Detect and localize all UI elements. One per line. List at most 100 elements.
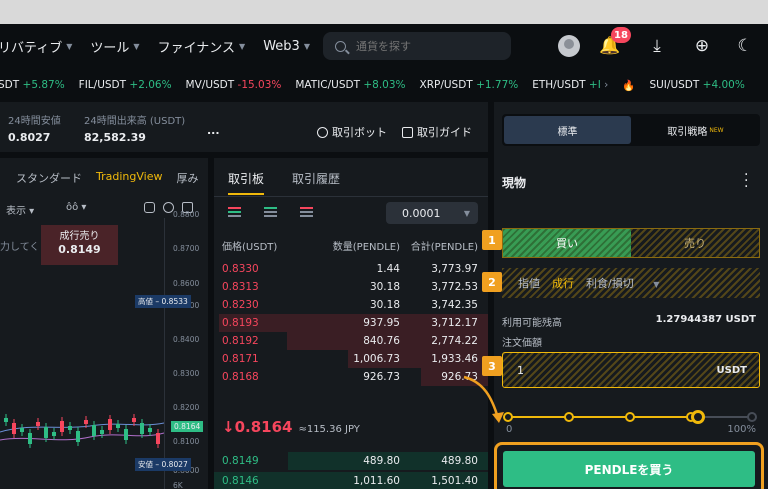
- layout-bids-icon[interactable]: [264, 207, 277, 218]
- slider-step[interactable]: [625, 412, 635, 422]
- download-icon[interactable]: ⤓: [646, 35, 668, 57]
- precision-select[interactable]: 0.0001 ▼: [386, 202, 478, 224]
- tab-depth[interactable]: 厚み: [176, 170, 198, 186]
- amount-slider[interactable]: [503, 410, 757, 424]
- ticker-item[interactable]: FIL/USDT +2.06%: [79, 79, 172, 91]
- slider-step[interactable]: [564, 412, 574, 422]
- globe-icon[interactable]: ⊕: [691, 35, 713, 57]
- bid-total: 1,501.40: [431, 475, 478, 487]
- display-dropdown[interactable]: 表示 ▾: [6, 206, 34, 217]
- stat-more[interactable]: ...: [207, 124, 220, 137]
- mode-switch: 標準 取引戦略 NEW: [502, 114, 760, 146]
- nav-tools[interactable]: ツール ▼: [90, 37, 139, 56]
- ma-line: [0, 422, 164, 433]
- chevron-down-icon: ▼: [66, 41, 73, 51]
- ticker-item[interactable]: SUI/USDT +4.00%: [649, 79, 744, 91]
- ticker-item[interactable]: MATIC/USDT +8.03%: [295, 79, 405, 91]
- chevron-down-icon: ▼: [653, 280, 660, 289]
- ask-price: 0.8230: [222, 299, 259, 311]
- trading-guide-link[interactable]: 取引ガイド: [402, 124, 472, 140]
- buy-tab[interactable]: 買い: [503, 229, 631, 257]
- ticker-item[interactable]: ETH/USDT +I ›: [532, 79, 608, 91]
- axis-tick: 0.8600: [173, 279, 200, 288]
- tab-trade-history[interactable]: 取引履歴: [292, 170, 340, 195]
- candle: [116, 424, 120, 428]
- search-box[interactable]: [323, 32, 511, 60]
- ask-qty: 30.18: [369, 281, 400, 293]
- ticker-item[interactable]: SDT +5.87%: [0, 79, 65, 91]
- bid-price: 0.8146: [222, 475, 259, 487]
- ask-price: 0.8313: [222, 281, 259, 293]
- slider-step[interactable]: [747, 412, 757, 422]
- mode-strategy[interactable]: 取引戦略 NEW: [633, 116, 758, 144]
- indicator-dropdown[interactable]: ôô ▾: [66, 202, 86, 213]
- layout-asks-icon[interactable]: [300, 207, 313, 218]
- fire-icon: 🔥: [622, 79, 636, 92]
- available-balance: 利用可能残高 1.27944387 USDT: [502, 314, 756, 329]
- book-icon: [402, 126, 413, 138]
- ask-total: 3,712.17: [431, 317, 478, 329]
- camera-icon[interactable]: [144, 202, 155, 213]
- ask-row[interactable]: 0.8193 937.95 3,712.17: [214, 314, 488, 332]
- ticker-item[interactable]: XRP/USDT +1.77%: [420, 79, 519, 91]
- bot-icon: [317, 126, 328, 138]
- nav-derivatives[interactable]: リバティブ ▼: [0, 37, 72, 56]
- buy-button-highlight: PENDLEを買う: [494, 442, 764, 489]
- trade-panel: 標準 取引戦略 NEW 現物 · · · 1 買い 売り 2 指値 成行 利食/損切 …: [482, 102, 768, 489]
- ask-price: 0.8192: [222, 335, 259, 347]
- price-axis: 0.8800 0.8700 0.8600 0.8500 0.8400 0.830…: [135, 210, 208, 489]
- buy-pendle-button[interactable]: PENDLEを買う: [503, 451, 755, 487]
- bid-row[interactable]: 0.8149 489.80 489.80: [214, 452, 488, 470]
- ask-qty: 926.73: [363, 371, 400, 383]
- ask-qty: 840.76: [363, 335, 400, 347]
- layout-both-icon[interactable]: [228, 207, 241, 218]
- order-amount-input[interactable]: [503, 363, 683, 377]
- search-icon: [335, 40, 346, 52]
- order-amount-box[interactable]: USDT: [502, 352, 760, 388]
- ticker-item[interactable]: MV/USDT -15.03%: [186, 79, 282, 91]
- ask-row[interactable]: 0.8230 30.18 3,742.35: [214, 296, 488, 314]
- search-input[interactable]: [356, 39, 496, 53]
- slider-max: 100%: [727, 424, 756, 435]
- ask-row[interactable]: 0.8330 1.44 3,773.97: [214, 260, 488, 278]
- sell-tab[interactable]: 売り: [631, 229, 759, 257]
- order-type-limit[interactable]: 指値: [518, 275, 540, 291]
- candle: [60, 421, 64, 432]
- trading-bot-link[interactable]: 取引ボット: [317, 124, 387, 140]
- ask-row[interactable]: 0.8168 926.73 926.73: [214, 368, 488, 386]
- ask-qty: 1,006.73: [353, 353, 400, 365]
- stat-24h-low: 24時間安値 0.8027: [8, 116, 61, 144]
- more-icon[interactable]: · · ·: [744, 168, 748, 194]
- divider: [214, 196, 488, 197]
- tab-order-book[interactable]: 取引板: [228, 170, 265, 195]
- step-badge: 1: [482, 230, 502, 250]
- ask-row[interactable]: 0.8313 30.18 3,772.53: [214, 278, 488, 296]
- ask-qty: 1.44: [376, 263, 400, 275]
- order-type-tp-sl[interactable]: 利食/損切 ▼: [586, 275, 671, 291]
- nav-finance[interactable]: ファイナンス ▼: [158, 37, 246, 56]
- axis-tick: 0.8300: [173, 369, 200, 378]
- tab-tradingview[interactable]: TradingView: [96, 170, 162, 186]
- ask-row[interactable]: 0.8192 840.76 2,774.22: [214, 332, 488, 350]
- slider-handle[interactable]: [691, 410, 706, 424]
- top-nav: リバティブ▼ ツール▼ ファイナンス▼ Web3▼ 🔔 18 ⤓ ⊕ ☾: [0, 24, 768, 68]
- moon-icon[interactable]: ☾: [734, 35, 756, 57]
- order-type-market[interactable]: 成行: [552, 275, 574, 291]
- ask-total: 3,773.97: [431, 263, 478, 275]
- axis-tick: 0.8200: [173, 403, 200, 412]
- candle: [148, 428, 152, 432]
- mode-standard[interactable]: 標準: [504, 116, 631, 144]
- ask-total: 3,742.35: [431, 299, 478, 311]
- ask-price: 0.8171: [222, 353, 259, 365]
- ask-row[interactable]: 0.8171 1,006.73 1,933.46: [214, 350, 488, 368]
- order-book-header: 価格(USDT) 数量(PENDLE) 合計(PENDLE): [222, 242, 478, 253]
- avatar[interactable]: [558, 35, 580, 57]
- ask-qty: 30.18: [369, 299, 400, 311]
- chevron-down-icon: ▼: [463, 208, 470, 218]
- annotation-arrow: [463, 375, 504, 423]
- notification-badge: 18: [611, 27, 631, 43]
- bid-row[interactable]: 0.8146 1,011.60 1,501.40: [214, 472, 488, 489]
- candle: [132, 418, 136, 422]
- nav-web3[interactable]: Web3 ▼: [263, 39, 310, 54]
- tab-standard[interactable]: スタンダード: [16, 170, 82, 186]
